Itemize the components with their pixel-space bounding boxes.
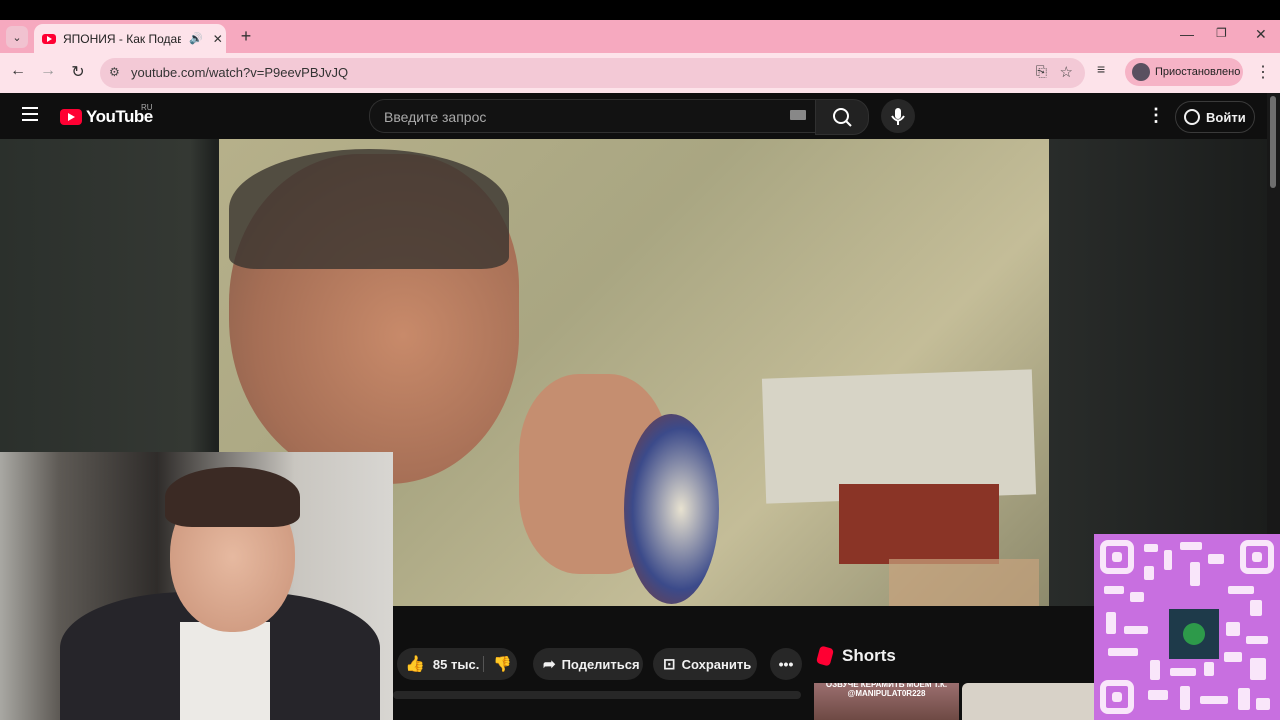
shorts-header: Shorts — [815, 645, 896, 667]
more-actions-button[interactable]: ••• — [770, 648, 802, 680]
webcam-person-shirt — [180, 622, 270, 720]
shorts-thumbnail[interactable] — [962, 683, 1094, 720]
restore-icon: ❐ — [1216, 26, 1227, 40]
speaker-icon[interactable]: 🔊 — [189, 32, 203, 45]
shorts-thumbnail[interactable]: ОЗВУЧЕ КЕРАМИТЬ МОЕМ Т.К. @MANIPULAT0R22… — [814, 683, 959, 720]
kebab-icon: ⋮ — [1255, 64, 1271, 81]
tune-icon[interactable]: ⚙ — [109, 65, 120, 79]
keyboard-icon[interactable] — [790, 110, 806, 120]
qr-finder — [1100, 680, 1134, 714]
address-bar[interactable]: ⚙ youtube.com/watch?v=P9eevPBJvJQ ⎘ ☆ — [100, 58, 1085, 88]
thumb-down-icon: 👎 — [493, 656, 512, 673]
arrow-left-icon: ← — [10, 62, 26, 79]
video-red-sign — [839, 484, 999, 564]
more-icon: ••• — [778, 656, 794, 672]
tab-strip: ⌄ ЯПОНИЯ - Как Подавить Н 🔊 ✕ + — ❐ ✕ — [0, 20, 1280, 53]
tab-title: ЯПОНИЯ - Как Подавить Н — [63, 31, 181, 46]
search-input[interactable] — [382, 100, 776, 134]
media-controls-icon[interactable]: ≡ — [1097, 61, 1105, 77]
close-icon[interactable]: ✕ — [213, 32, 223, 46]
reload-button[interactable]: ↻ — [67, 62, 89, 82]
scrollbar-thumb[interactable] — [1270, 96, 1276, 188]
profile-button[interactable]: Приостановлено — [1125, 58, 1243, 86]
active-tab[interactable]: ЯПОНИЯ - Как Подавить Н 🔊 ✕ — [34, 24, 226, 53]
like-count: 85 тыс. — [432, 656, 480, 672]
shorts-thumbnail-caption: ОЗВУЧЕ КЕРАМИТЬ МОЕМ Т.К. @MANIPULAT0R22… — [825, 683, 948, 698]
dislike-button[interactable]: 👎 — [493, 655, 512, 673]
webcam-overlay — [0, 452, 393, 720]
back-button[interactable]: ← — [7, 62, 29, 80]
menu-icon[interactable] — [22, 107, 38, 121]
reload-icon: ↻ — [71, 64, 85, 81]
window-close-button[interactable]: ✕ — [1255, 26, 1267, 43]
share-label: Поделиться — [561, 656, 640, 672]
search-icon — [833, 108, 852, 127]
video-glass — [889, 559, 1039, 606]
install-app-icon[interactable]: ⎘ — [1036, 63, 1047, 80]
qr-logo — [1166, 606, 1222, 662]
video-bowl — [624, 414, 719, 604]
search-button[interactable] — [815, 99, 869, 135]
restore-button[interactable]: ❐ — [1216, 26, 1227, 40]
tab-search-button[interactable]: ⌄ — [6, 26, 28, 48]
youtube-logo[interactable]: YouTube RU — [60, 103, 153, 127]
screen-top-edge — [0, 0, 1280, 20]
microphone-icon — [891, 108, 905, 125]
qr-code-overlay — [1094, 534, 1280, 720]
thumb-up-icon: 👍 — [405, 656, 425, 673]
youtube-favicon-icon — [42, 33, 56, 44]
arrow-right-icon: → — [40, 62, 56, 79]
minimize-icon: — — [1180, 26, 1194, 42]
url-text[interactable]: youtube.com/watch?v=P9eevPBJvJQ — [131, 65, 348, 80]
browser-toolbar: ← → ↻ ⚙ youtube.com/watch?v=P9eevPBJvJQ … — [0, 53, 1280, 93]
chevron-down-icon: ⌄ — [12, 31, 22, 44]
country-code: RU — [141, 103, 153, 112]
bookmark-icon: ⊡ — [663, 656, 676, 673]
shorts-icon — [815, 645, 835, 667]
save-label: Сохранить — [681, 656, 752, 672]
video-person-hair — [229, 149, 509, 269]
login-label: Войти — [1206, 109, 1246, 125]
plus-icon: + — [240, 26, 252, 46]
user-icon — [1184, 109, 1200, 125]
qr-finder — [1100, 540, 1134, 574]
new-tab-button[interactable]: + — [236, 26, 256, 47]
like-button[interactable]: 👍 85 тыс. — [405, 648, 485, 680]
share-icon: ➦ — [543, 656, 556, 673]
login-button[interactable]: Войти — [1175, 101, 1255, 133]
like-dislike-group: 👍 85 тыс. 👎 — [397, 648, 517, 680]
minimize-button[interactable]: — — [1180, 26, 1194, 42]
youtube-header: YouTube RU ⋮ Войти — [0, 93, 1280, 139]
forward-button[interactable]: → — [37, 62, 59, 80]
shorts-title: Shorts — [842, 646, 896, 665]
profile-status: Приостановлено — [1155, 66, 1241, 78]
webcam-person-hair — [165, 467, 300, 527]
like-divider — [483, 656, 484, 672]
search-box — [369, 99, 816, 134]
qr-finder — [1240, 540, 1274, 574]
browser-menu-button[interactable]: ⋮ — [1255, 62, 1271, 82]
save-button[interactable]: ⊡ Сохранить — [653, 648, 757, 680]
settings-kebab-icon[interactable]: ⋮ — [1147, 105, 1165, 126]
voice-search-button[interactable] — [881, 99, 915, 133]
star-icon[interactable]: ☆ — [1060, 63, 1073, 81]
close-icon: ✕ — [1255, 26, 1267, 42]
description-box[interactable] — [393, 691, 801, 699]
share-button[interactable]: ➦ Поделиться — [533, 648, 643, 680]
avatar — [1132, 63, 1150, 81]
youtube-play-icon — [60, 109, 82, 125]
